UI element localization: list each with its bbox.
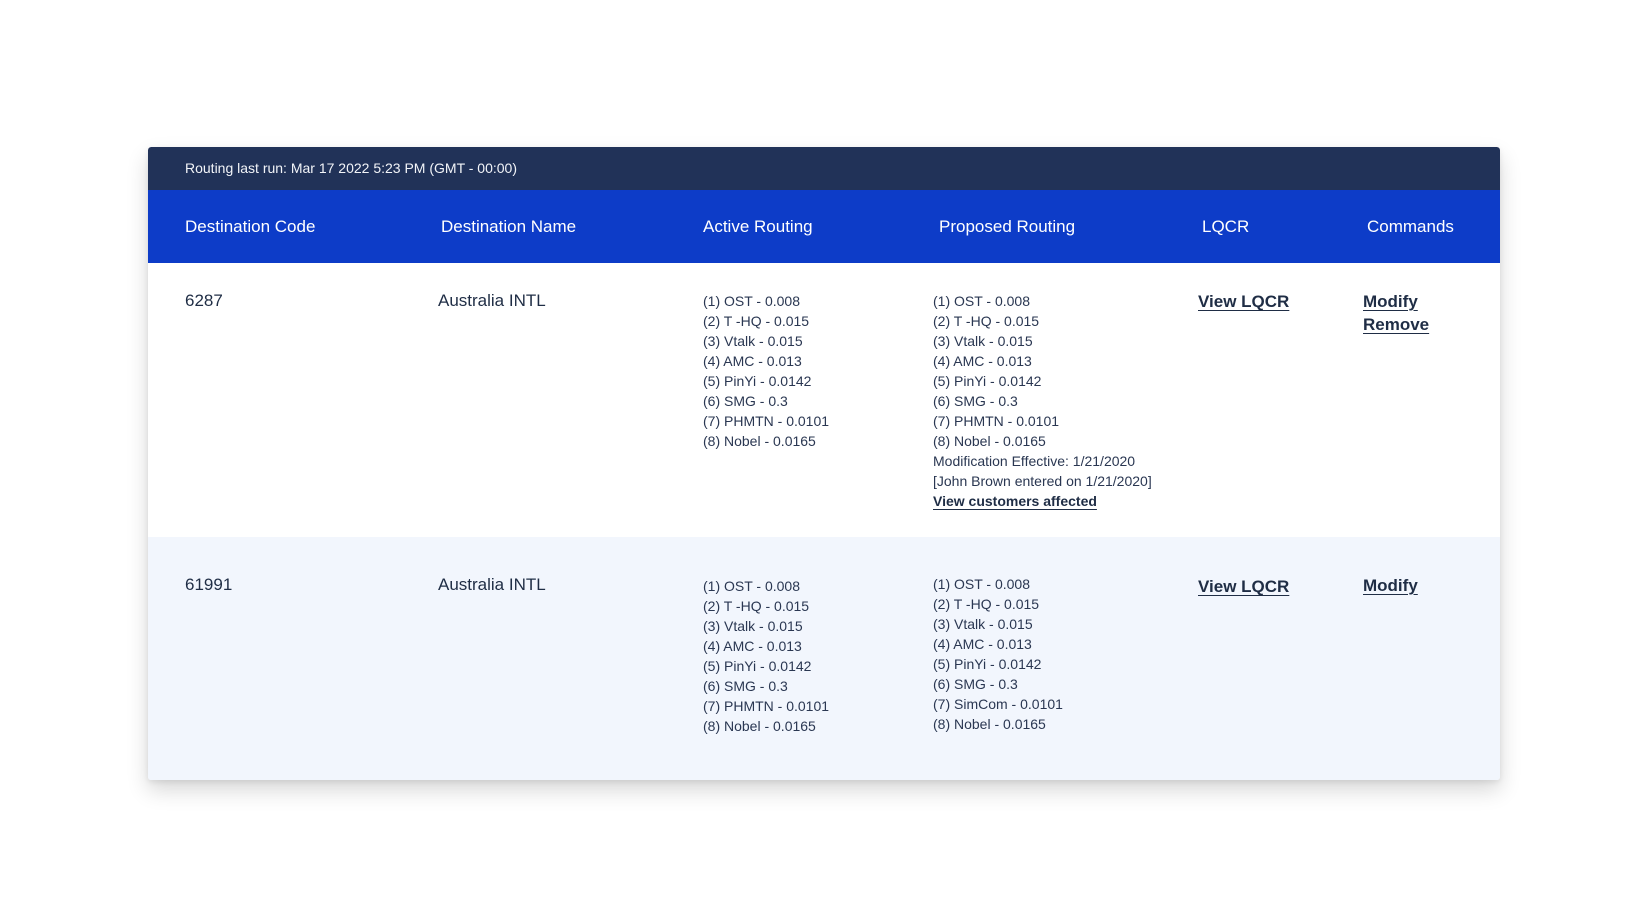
route-entry: (2) T -HQ - 0.015 [703,313,810,329]
header-active-routing[interactable]: Active Routing [703,190,813,263]
routing-table-card: Routing last run: Mar 17 2022 5:23 PM (G… [148,147,1500,780]
route-entry: (4) AMC - 0.013 [933,353,1032,369]
active-routing-list: (1) OST - 0.008 (2) T -HQ - 0.015 (3) Vt… [703,291,829,451]
header-destination-code[interactable]: Destination Code [185,190,315,263]
table-row: 61991 Australia INTL (1) OST - 0.008 (2)… [148,537,1500,780]
route-entry: (1) OST - 0.008 [933,576,1031,592]
route-entry: (7) SimCom - 0.0101 [933,696,1063,712]
view-lqcr-link[interactable]: View LQCR [1198,575,1289,598]
header-destination-name[interactable]: Destination Name [441,190,576,263]
route-entry: (3) Vtalk - 0.015 [933,616,1033,632]
remove-button[interactable]: Remove [1363,313,1429,336]
route-entry: (5) PinYi - 0.0142 [933,373,1042,389]
route-entry: (5) PinYi - 0.0142 [933,656,1042,672]
destination-name-cell: Australia INTL [438,291,546,310]
table-header: Destination Code Destination Name Active… [148,190,1500,263]
commands-cell: Modify [1363,574,1418,597]
route-entry: (4) AMC - 0.013 [703,353,802,369]
proposed-routing-list: (1) OST - 0.008 (2) T -HQ - 0.015 (3) Vt… [933,574,1063,734]
route-entry: (2) T -HQ - 0.015 [933,596,1040,612]
route-entry: (3) Vtalk - 0.015 [933,333,1033,349]
route-entry: (1) OST - 0.008 [933,293,1031,309]
modify-button[interactable]: Modify [1363,290,1429,313]
route-entry: (7) PHMTN - 0.0101 [703,413,830,429]
routing-last-run-status: Routing last run: Mar 17 2022 5:23 PM (G… [148,147,1500,190]
destination-name-cell: Australia INTL [438,575,546,594]
route-entry: (4) AMC - 0.013 [933,636,1032,652]
header-proposed-routing[interactable]: Proposed Routing [939,190,1075,263]
header-lqcr[interactable]: LQCR [1202,190,1249,263]
route-entry: (6) SMG - 0.3 [703,393,788,409]
route-entry: (7) PHMTN - 0.0101 [933,413,1060,429]
route-entry: (6) SMG - 0.3 [933,393,1018,409]
destination-code-cell: 6287 [185,291,223,310]
view-customers-affected-link[interactable]: View customers affected [933,491,1152,511]
modify-button[interactable]: Modify [1363,574,1418,597]
view-lqcr-link[interactable]: View LQCR [1198,290,1289,313]
route-entry: (5) PinYi - 0.0142 [703,658,812,674]
route-entry: (1) OST - 0.008 [703,578,801,594]
route-entry: (8) Nobel - 0.0165 [933,716,1046,732]
destination-code-cell: 61991 [185,575,233,594]
route-entry: (6) SMG - 0.3 [703,678,788,694]
proposed-routing-list: (1) OST - 0.008 (2) T -HQ - 0.015 (3) Vt… [933,291,1152,511]
route-entry: (5) PinYi - 0.0142 [703,373,812,389]
route-entry: (3) Vtalk - 0.015 [703,618,803,634]
route-entry: (8) Nobel - 0.0165 [933,433,1046,449]
active-routing-list: (1) OST - 0.008 (2) T -HQ - 0.015 (3) Vt… [703,576,829,736]
route-entry: (6) SMG - 0.3 [933,676,1018,692]
modification-effective-text: Modification Effective: 1/21/2020 [933,453,1136,469]
commands-cell: Modify Remove [1363,290,1429,336]
route-entry: (7) PHMTN - 0.0101 [703,698,830,714]
route-entry: (2) T -HQ - 0.015 [933,313,1040,329]
entered-by-text: [John Brown entered on 1/21/2020] [933,473,1152,489]
route-entry: (3) Vtalk - 0.015 [703,333,803,349]
table-row: 6287 Australia INTL (1) OST - 0.008 (2) … [148,263,1500,537]
header-commands: Commands [1367,217,1454,236]
route-entry: (4) AMC - 0.013 [703,638,802,654]
route-entry: (1) OST - 0.008 [703,293,801,309]
route-entry: (2) T -HQ - 0.015 [703,598,810,614]
route-entry: (8) Nobel - 0.0165 [703,433,816,449]
route-entry: (8) Nobel - 0.0165 [703,718,816,734]
